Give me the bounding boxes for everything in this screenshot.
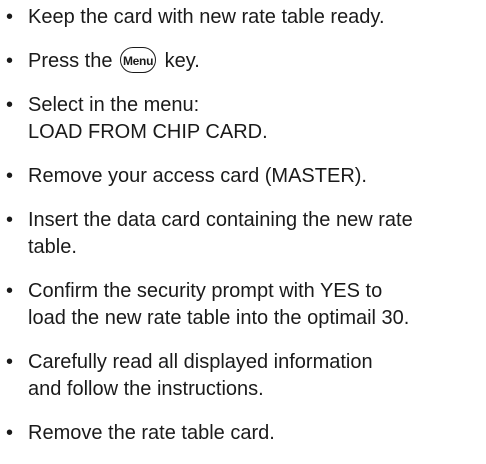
step-text-line: and follow the instructions. xyxy=(28,378,264,400)
step-text-line: Insert the data card containing the new … xyxy=(28,209,413,231)
step-read-information: • Carefully read all displayed informati… xyxy=(0,349,486,403)
step-text-line: Select in the menu: xyxy=(28,94,200,116)
step-text-line: LOAD FROM CHIP CARD. xyxy=(28,121,268,143)
bullet-icon: • xyxy=(6,165,14,187)
bullet-icon: • xyxy=(6,94,14,116)
step-text-line: Remove the rate table card. xyxy=(28,422,275,444)
step-text-line: Remove your access card (MASTER). xyxy=(28,165,367,187)
instruction-list: • Keep the card with new rate table read… xyxy=(0,4,486,464)
step-keep-card: • Keep the card with new rate table read… xyxy=(0,4,486,31)
step-text-after: key. xyxy=(164,50,200,72)
step-text-line: Keep the card with new rate table ready. xyxy=(28,6,385,28)
step-remove-access-card: • Remove your access card (MASTER). xyxy=(0,163,486,190)
step-remove-rate-card: • Remove the rate table card. xyxy=(0,420,486,447)
step-press-menu: • Press the Menu key. xyxy=(0,46,486,75)
bullet-icon: • xyxy=(6,351,14,373)
step-insert-data-card: • Insert the data card containing the ne… xyxy=(0,207,486,261)
step-text-line: Confirm the security prompt with YES to xyxy=(28,280,383,302)
bullet-icon: • xyxy=(6,6,14,28)
bullet-icon: • xyxy=(6,280,14,302)
step-text-before: Press the xyxy=(28,50,113,72)
bullet-icon: • xyxy=(6,50,14,72)
step-select-menu: • Select in the menu: LOAD FROM CHIP CAR… xyxy=(0,92,486,146)
step-text-line: table. xyxy=(28,236,77,258)
bullet-icon: • xyxy=(6,422,14,444)
step-text-line: load the new rate table into the optimai… xyxy=(28,307,410,329)
step-text-line: Carefully read all displayed information xyxy=(28,351,373,373)
step-confirm-prompt: • Confirm the security prompt with YES t… xyxy=(0,278,486,332)
bullet-icon: • xyxy=(6,209,14,231)
menu-key-icon: Menu xyxy=(120,46,157,73)
